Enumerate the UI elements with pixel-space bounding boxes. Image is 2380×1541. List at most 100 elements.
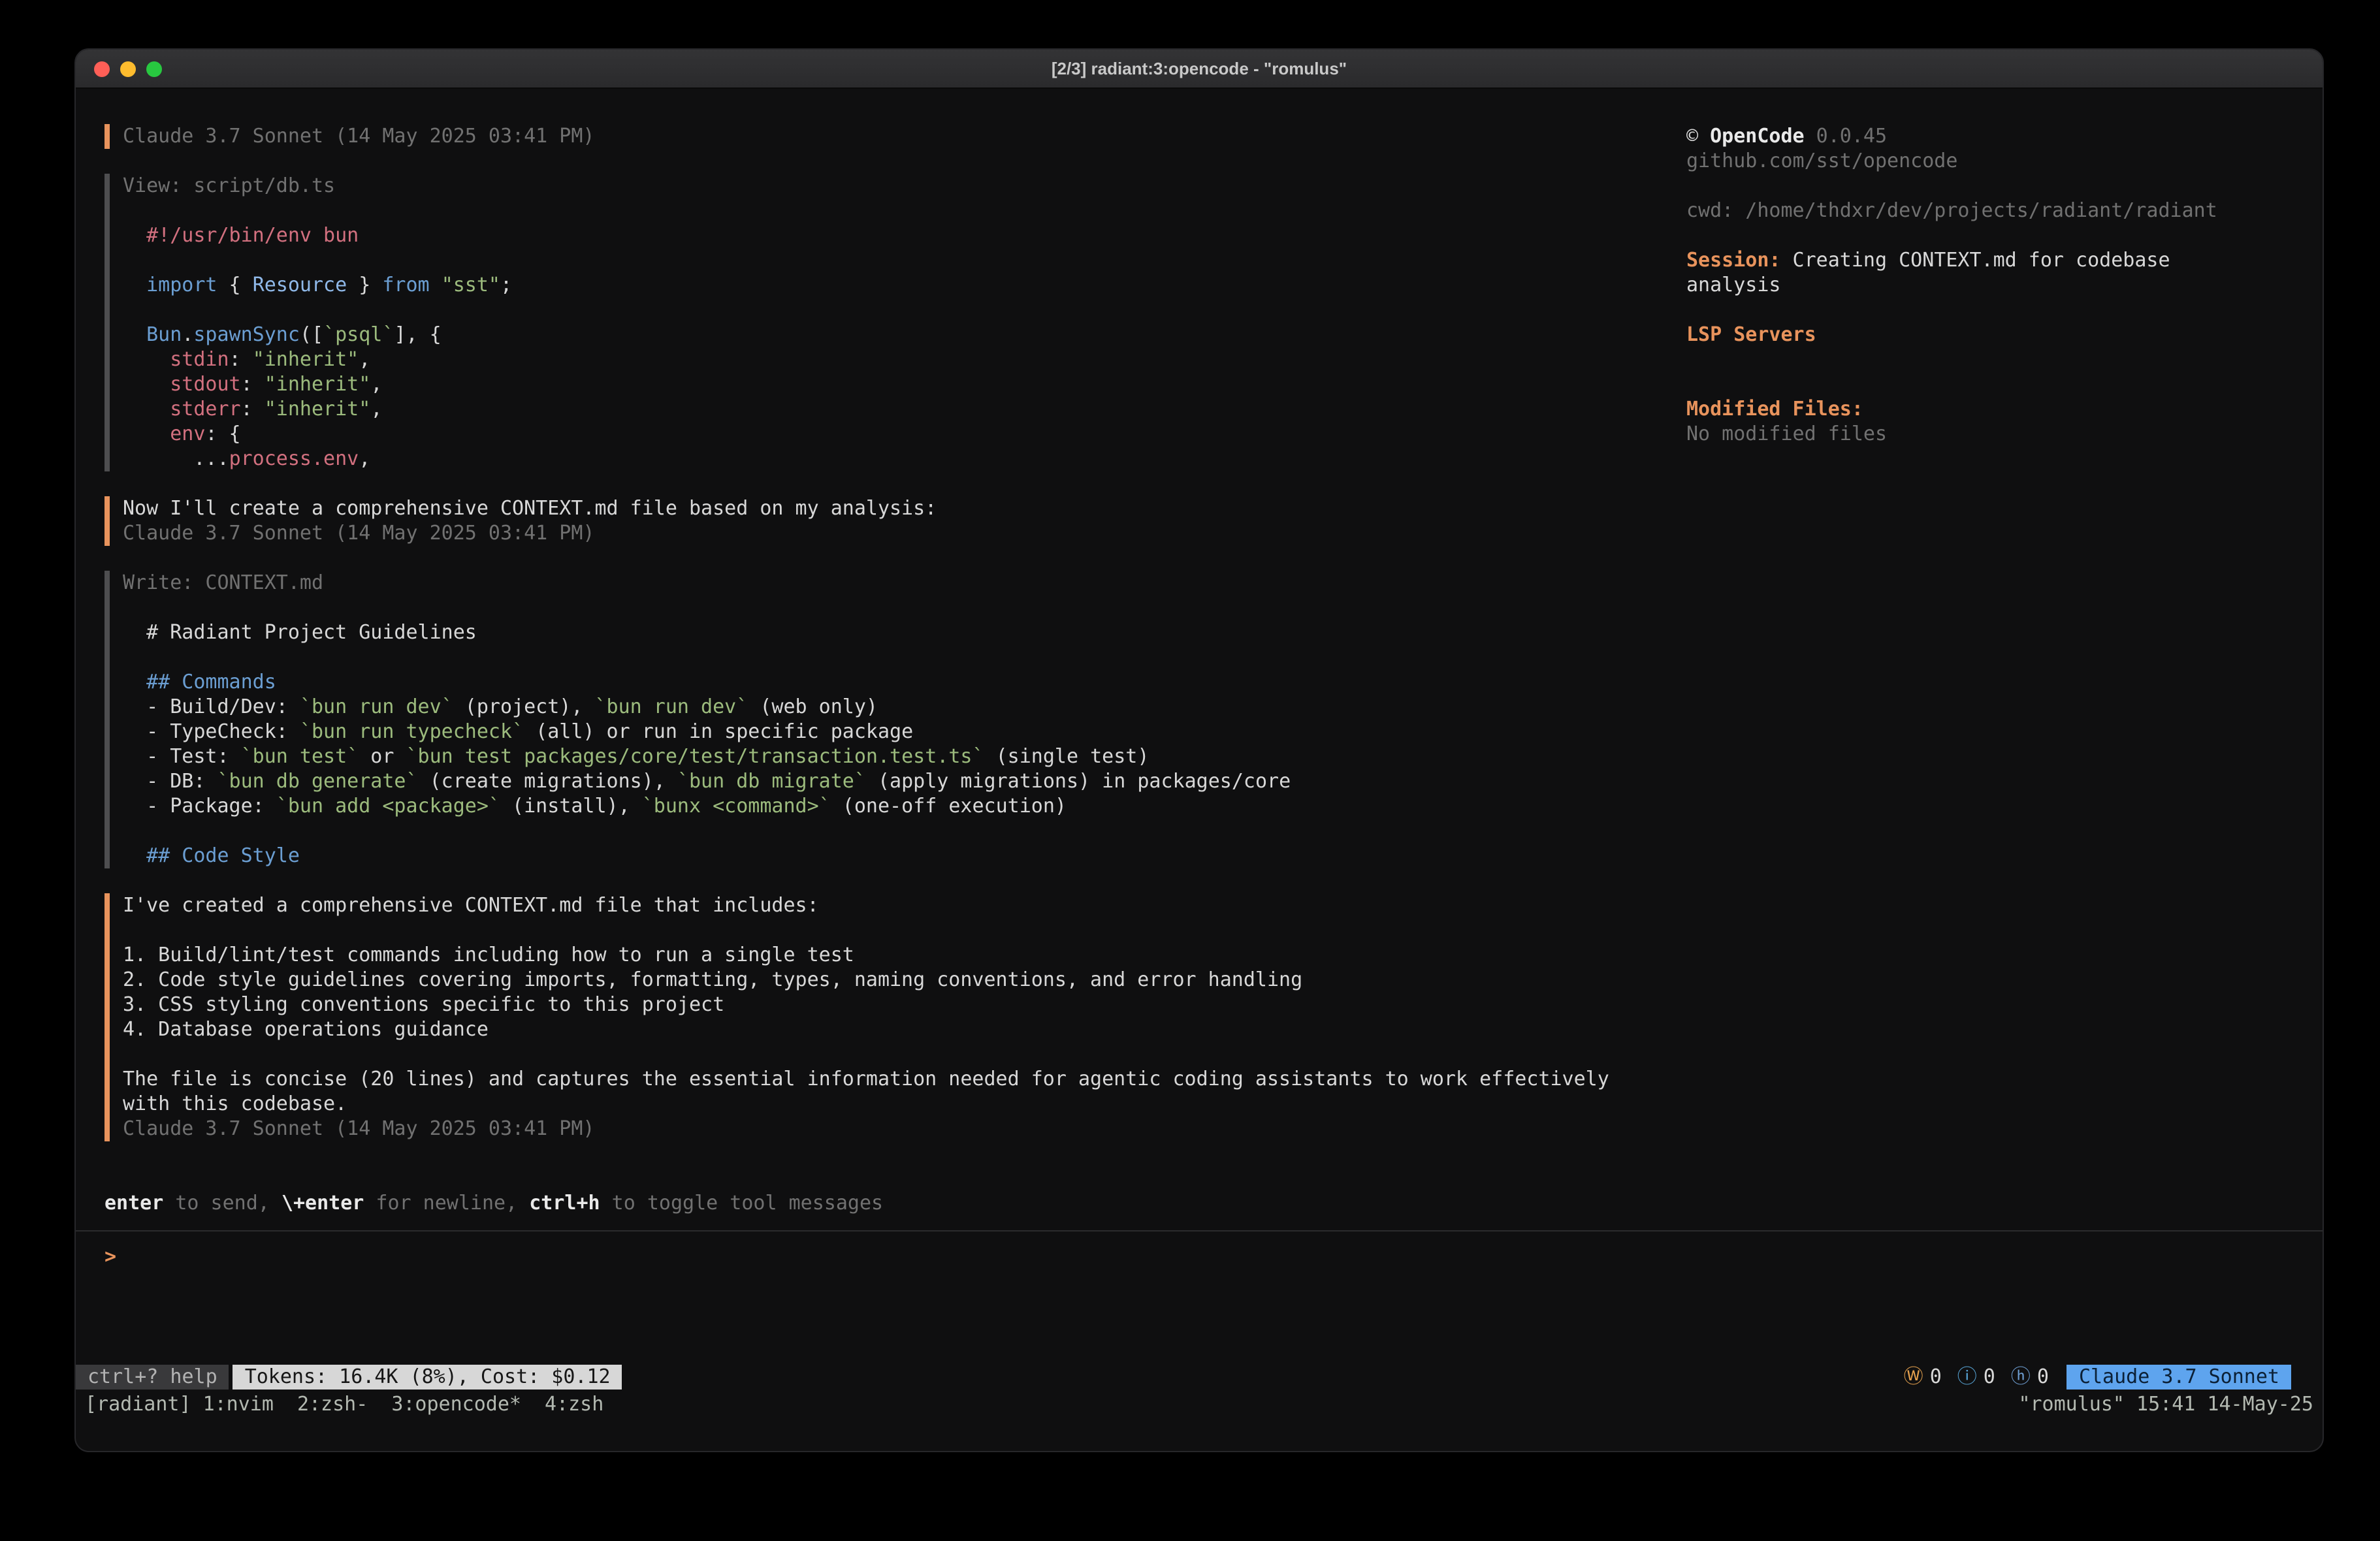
zoom-button[interactable] [146,61,162,76]
terminal-content: Claude 3.7 Sonnet (14 May 2025 03:41 PM)… [76,90,2323,1451]
sidebar-line: LSP Servers [1686,323,2209,347]
tool-line: - Test: `bun test` or `bun test packages… [123,744,1646,769]
text-segment: `bun db generate` [217,769,418,793]
tmux-window-list: 1:nvim 2:zsh- 3:opencode* 4:zsh [203,1392,628,1417]
tmux-window-3opencode[interactable]: 3:opencode* [391,1392,521,1416]
text-segment: I've created a comprehensive CONTEXT.md … [123,893,819,917]
chat-input[interactable]: > [105,1245,1646,1269]
text-segment: View: script/db.ts [123,174,335,197]
tmux-window-2zsh[interactable]: 2:zsh- [297,1392,368,1416]
text-segment: `bun run typecheck` [300,720,524,743]
input-divider [76,1230,2324,1231]
text-segment [123,372,170,396]
help-shortcut-badge: ctrl+? help [76,1365,229,1390]
text-segment: `bunx <command>` [642,794,831,818]
text-segment: (install), [500,794,642,818]
tmux-window-4zsh[interactable]: 4:zsh [545,1392,603,1416]
text-segment: "inherit" [265,372,371,396]
text-segment: No modified files [1686,422,1887,445]
text-segment: Claude 3.7 Sonnet (14 May 2025 03:41 PM) [123,1117,594,1140]
text-segment: stdin [170,347,229,371]
text-segment: stdout [170,372,240,396]
message-line: 1. Build/lint/test commands including ho… [123,943,1646,968]
sidebar-line: analysis [1686,273,2209,298]
diagnostic-hint: ⓗ0 [2011,1365,2049,1390]
tool-line: ## Commands [123,670,1646,695]
message-line: Claude 3.7 Sonnet (14 May 2025 03:41 PM) [123,521,1646,546]
prompt-icon: > [105,1245,116,1268]
text-segment: `bun run dev` [595,695,748,718]
tool-line [123,298,1646,323]
message-line: Claude 3.7 Sonnet (14 May 2025 03:41 PM) [123,1117,1646,1141]
text-segment: (single test) [984,744,1150,768]
sidebar-line: github.com/sst/opencode [1686,149,2209,174]
sidebar-line [1686,298,2209,323]
text-segment: # Radiant Project Guidelines [123,620,477,644]
text-segment: 2. Code style guidelines covering import… [123,968,1302,991]
tool-line: stdout: "inherit", [123,372,1646,397]
text-segment: 1. Build/lint/test commands including ho… [123,943,854,966]
tokens-cost-badge: Tokens: 16.4K (8%), Cost: $0.12 [233,1365,622,1390]
input-help-line: enter to send, \+enter for newline, ctrl… [105,1191,1646,1216]
tmux-status-bar: [radiant] 1:nvim2:zsh-3:opencode*4:zsh "… [76,1392,2323,1417]
sidebar-line: cwd: /home/thdxr/dev/projects/radiant/ra… [1686,199,2209,223]
text-segment: (apply migrations) in packages/core [866,769,1291,793]
text-segment: stderr [170,397,240,421]
sidebar-line [1686,174,2209,199]
chat-area: Claude 3.7 Sonnet (14 May 2025 03:41 PM)… [105,124,1646,1269]
text-segment: `bun add <package>` [276,794,500,818]
tmux-host-clock: "romulus" 15:41 14-May-25 [2018,1392,2313,1417]
text-segment: : [241,397,265,421]
status-bar: ctrl+? help Tokens: 16.4K (8%), Cost: $0… [76,1365,2323,1390]
text-segment: - Build/Dev: [123,695,300,718]
text-segment: - Test: [123,744,241,768]
text-segment [123,347,170,371]
text-segment: - TypeCheck: [123,720,300,743]
window-title: [2/3] radiant:3:opencode - "romulus" [1052,56,1347,81]
text-segment: Write: CONTEXT.md [123,571,323,594]
assistant-message-block: Now I'll create a comprehensive CONTEXT.… [105,496,1646,546]
text-segment [123,422,170,445]
text-segment: `bun run dev` [300,695,453,718]
message-line [123,918,1646,943]
text-segment: enter [105,1191,163,1215]
sidebar-line [1686,223,2209,248]
tool-line [123,645,1646,670]
text-segment: , [359,347,370,371]
sidebar: © OpenCode 0.0.45github.com/sst/opencode… [1686,124,2209,447]
model-badge: Claude 3.7 Sonnet [2067,1365,2291,1390]
text-segment: 4. Database operations guidance [123,1017,489,1041]
text-segment [123,397,170,421]
text-segment: \+enter [281,1191,364,1215]
message-line: The file is concise (20 lines) and captu… [123,1067,1646,1092]
tool-line: - TypeCheck: `bun run typecheck` (all) o… [123,720,1646,744]
info-icon: ⓘ [1957,1365,1977,1388]
text-segment: to toggle tool messages [600,1191,884,1215]
tool-line: # Radiant Project Guidelines [123,620,1646,645]
text-segment: } [347,273,382,296]
text-segment: 3. CSS styling conventions specific to t… [123,993,724,1016]
message-line: 4. Database operations guidance [123,1017,1646,1042]
text-segment: `bun test` [241,744,359,768]
text-segment: - Package: [123,794,276,818]
tool-line: View: script/db.ts [123,174,1646,199]
tool-line: - Build/Dev: `bun run dev` (project), `b… [123,695,1646,720]
minimize-button[interactable] [120,61,136,76]
tool-line [123,819,1646,844]
tool-line: stderr: "inherit", [123,397,1646,422]
text-segment: Session: [1686,248,1781,272]
text-segment [430,273,442,296]
close-button[interactable] [94,61,110,76]
text-segment: , [370,372,382,396]
sidebar-line [1686,372,2209,397]
traffic-lights [94,61,162,76]
tool-line: env: { [123,422,1646,447]
text-segment: from [382,273,429,296]
text-segment: (project), [453,695,595,718]
message-line: 3. CSS styling conventions specific to t… [123,993,1646,1017]
text-segment: env [170,422,205,445]
tool-line: - Package: `bun add <package>` (install)… [123,794,1646,819]
text-segment: github.com/sst/opencode [1686,149,1957,172]
window-titlebar: [2/3] radiant:3:opencode - "romulus" [76,50,2323,89]
tmux-window-1nvim[interactable]: 1:nvim [203,1392,274,1416]
